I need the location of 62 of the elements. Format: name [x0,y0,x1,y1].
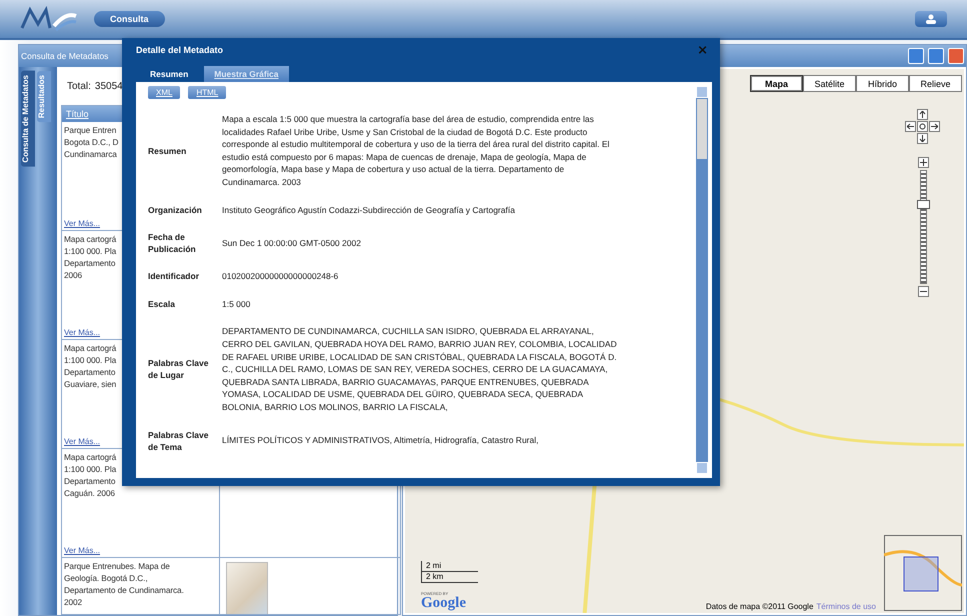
result-text: Mapa cartográ [64,451,116,463]
map-type-button[interactable]: Mapa [750,75,803,92]
field-value: Sun Dec 1 00:00:00 GMT-0500 2002 [222,236,362,250]
center-icon[interactable] [917,121,928,132]
scale-label: 2 mi [422,561,478,572]
map-attribution: Datos de mapa ©2011 Google [706,602,814,611]
result-text: Guaviare, sien [64,378,116,390]
result-text: Parque Entrenubes. Mapa de [64,560,170,572]
scroll-thumb[interactable] [697,99,707,159]
result-text: Departamento [64,257,116,269]
zoom-out-icon[interactable] [918,286,929,297]
field-label: Resumen [148,144,188,157]
window-title: Consulta de Metadatos [21,51,108,61]
result-text: Caguán. 2006 [64,487,115,499]
result-text: Parque Entren [64,124,116,136]
field-label: Fecha de Publicación [148,231,197,256]
field-value: Mapa a escala 1:5 000 que muestra la cartografía base del área de estudio, comprendida entre las localidades Rafael Uribe Uribe, Usme y San Cristobal de la ciudad de Bogotá D.C. Este producto corresponde al estudio multitemporal de cobertura y uso de la tierra del área rural del distrito capital. El estudio está compuesto por 6 mapas: Mapa de cuencas de drenaje, Mapa de geología, Mapa de geomorfología, Mapa base y Mapa de cobertura y uso actual de la tierra. Departamento de Cundinamarca. 2003 [222,113,610,189]
result-text: 1:100 000. Pla [64,463,116,475]
result-text: Departamento [64,475,116,487]
total-label: Total: [67,80,91,92]
result-text: Bogota D.C., D [64,136,118,148]
ver-mas-link[interactable]: Ver Más... [64,437,100,446]
result-text: Departamento de Cundinamarca. [64,584,184,596]
ver-mas-link[interactable]: Ver Más... [64,219,100,228]
ver-mas-link[interactable]: Ver Más... [64,546,100,555]
field-label: Escala [148,298,176,310]
result-text: 2002 [64,596,82,608]
user-icon[interactable] [915,11,947,27]
pan-down-icon[interactable] [917,133,928,144]
google-logo: Google [421,596,466,611]
map-type-button[interactable]: Híbrido [856,75,909,92]
map-type-button[interactable]: Satélite [803,75,856,92]
result-text: Geología. Bogotá D.C., [64,572,148,584]
field-value: 01020020000000000000248-6 [222,270,340,283]
result-text: Mapa cartográ [64,342,116,354]
zoom-in-icon[interactable] [918,157,929,168]
zoom-handle[interactable] [917,200,930,210]
field-value: DEPARTAMENTO DE CUNDINAMARCA, CUCHILLA SAN ISIDRO, QUEBRADA EL ARRAYANAL, CERRO DEL GAVILAN, QUEBRADA HOYA DEL RAMO, BARRIO JUAN REY, COLOMBIA, LOCALIDAD DE RAFAEL URIBE URIBE, LOCALIDAD DE SAN CRISTÓBAL, QUEBRADA LA FISCALA, BOGOTÁ D. C., CUCHILLA DEL RAMO, LOMAS DE SAN REY, VEREDA SOCHES, CERRO DE LA GUACAMAYA, QUEBRADA SANTA LIBRADA, BARRIO GUACAMAYAS, PARQUE ENTRENUBES, QUEBRADA YOMASA, LOCALIDAD DE USME, QUEBRADA DEL GÜIRO, QUEBRADA SECA, QUEBRADA BOLONIA, BARRIO LOS MOLINOS, BARRIO LA FISCALA, [222,325,618,414]
pan-up-icon[interactable] [917,109,928,120]
result-text: 2006 [64,269,82,281]
result-text: Departamento [64,366,116,378]
pan-right-icon[interactable] [929,121,940,132]
total-count: 35054 [94,80,123,92]
logo-icon [20,6,78,32]
field-label: Palabras Clave de Lugar [148,357,210,382]
result-text: 1:100 000. Pla [64,245,116,257]
consulta-button[interactable]: Consulta [94,11,165,27]
result-text: Mapa cartográ [64,233,116,245]
side-tab[interactable]: Consulta de Metadatos [21,71,35,167]
field-label: Palabras Clave de Tema [148,428,210,452]
dialog-title: Detalle del Metadato [136,45,224,55]
result-text: 1:100 000. Pla [64,354,116,366]
field-value: 1:5 000 [222,298,252,310]
map-type-button[interactable]: Relieve [909,75,962,92]
scale-label: 2 km [422,572,478,583]
ver-mas-link[interactable]: Ver Más... [64,328,100,337]
field-label: Organización [148,204,203,216]
field-value: Instituto Geográfico Agustín Codazzi-Subdirección de Geografía y Cartografía [222,204,516,216]
field-value: LÍMITES POLÍTICOS Y ADMINISTRATIVOS, Altimetría, Hidrografía, Catastro Rural, [222,434,540,447]
pan-left-icon[interactable] [905,121,916,132]
result-text: Cundinamarca [64,148,117,160]
field-label: Identificador [148,270,200,282]
